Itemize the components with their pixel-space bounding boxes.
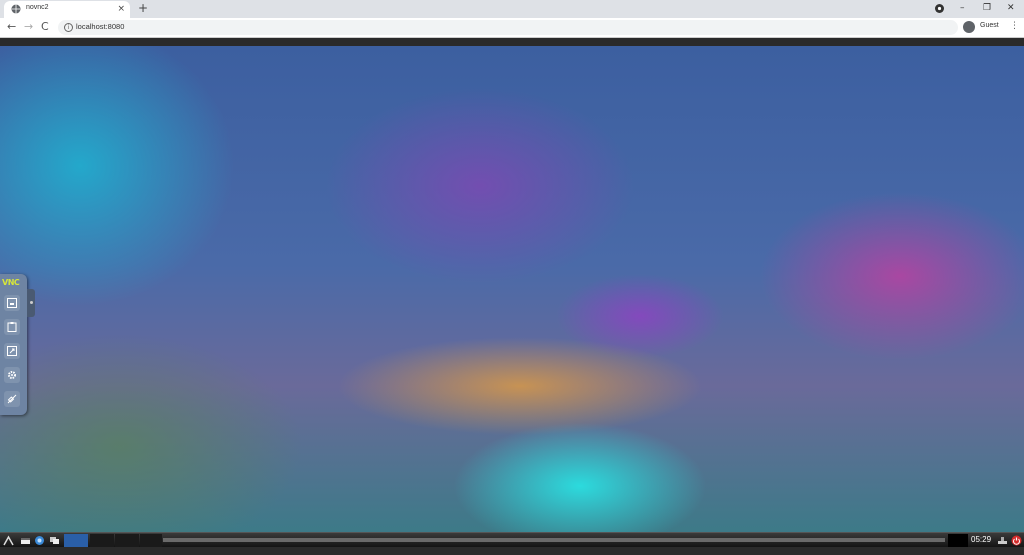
browser-menu-button[interactable]: ⋮ xyxy=(1010,21,1019,31)
vnc-top-border xyxy=(0,38,1024,46)
disconnect-icon xyxy=(7,394,17,404)
network-icon[interactable] xyxy=(997,535,1008,546)
back-button[interactable]: ← xyxy=(7,21,16,33)
new-tab-button[interactable]: + xyxy=(138,1,148,15)
workspace-4-button[interactable] xyxy=(140,534,162,547)
workspace-3-button[interactable] xyxy=(115,534,139,547)
taskbar-clock: 05:29 xyxy=(971,535,992,544)
handle-dot xyxy=(30,301,33,304)
tab-novnc2[interactable]: novnc2 × xyxy=(4,1,130,18)
control-bar-handle[interactable] xyxy=(27,289,35,317)
remote-desktop-canvas[interactable]: VNC xyxy=(0,46,1024,532)
novnc-logo: VNC xyxy=(2,278,20,287)
site-info-icon[interactable]: i xyxy=(64,23,73,32)
start-menu-icon[interactable] xyxy=(3,535,14,546)
tab-title: novnc2 xyxy=(26,4,49,11)
url-text: localhost:8080 xyxy=(76,22,125,31)
settings-button[interactable] xyxy=(4,367,20,383)
browser-launcher-icon[interactable] xyxy=(34,535,45,546)
disconnect-button[interactable] xyxy=(4,391,20,407)
terminal-icon[interactable] xyxy=(20,535,31,546)
task-list-area xyxy=(163,538,945,542)
keyboard-button[interactable] xyxy=(4,295,20,311)
show-desktop-icon[interactable] xyxy=(49,535,60,546)
novnc-control-bar: VNC xyxy=(0,274,27,415)
workspace-2-button[interactable] xyxy=(90,534,114,547)
extension-icon[interactable] xyxy=(935,4,944,13)
settings-gear-icon xyxy=(8,371,16,379)
browser-toolbar: ← → C i localhost:8080 Guest ⋮ xyxy=(0,18,1024,38)
reload-button[interactable]: C xyxy=(41,21,49,33)
minimize-button[interactable]: – xyxy=(960,2,965,14)
tab-close-button[interactable]: × xyxy=(117,3,125,15)
workspace-1-button[interactable] xyxy=(64,534,88,547)
clipboard-button[interactable] xyxy=(4,319,20,335)
profile-label: Guest xyxy=(980,22,999,29)
restore-button[interactable]: ❐ xyxy=(983,2,991,14)
keyboard-icon xyxy=(7,298,17,308)
vnc-bottom-border xyxy=(0,547,1024,555)
window-close-button[interactable]: ✕ xyxy=(1007,2,1015,14)
fullscreen-button[interactable] xyxy=(4,343,20,359)
globe-icon xyxy=(11,4,21,14)
remote-taskbar: 05:29 xyxy=(0,532,1024,548)
fullscreen-icon xyxy=(7,346,17,356)
address-bar[interactable]: i localhost:8080 xyxy=(58,20,958,35)
tray-area xyxy=(948,534,968,547)
forward-button[interactable]: → xyxy=(24,21,33,33)
browser-tab-strip: novnc2 × + – ❐ ✕ xyxy=(0,0,1024,18)
clipboard-icon xyxy=(7,322,17,332)
power-icon[interactable] xyxy=(1011,535,1022,546)
avatar-icon xyxy=(963,21,975,33)
